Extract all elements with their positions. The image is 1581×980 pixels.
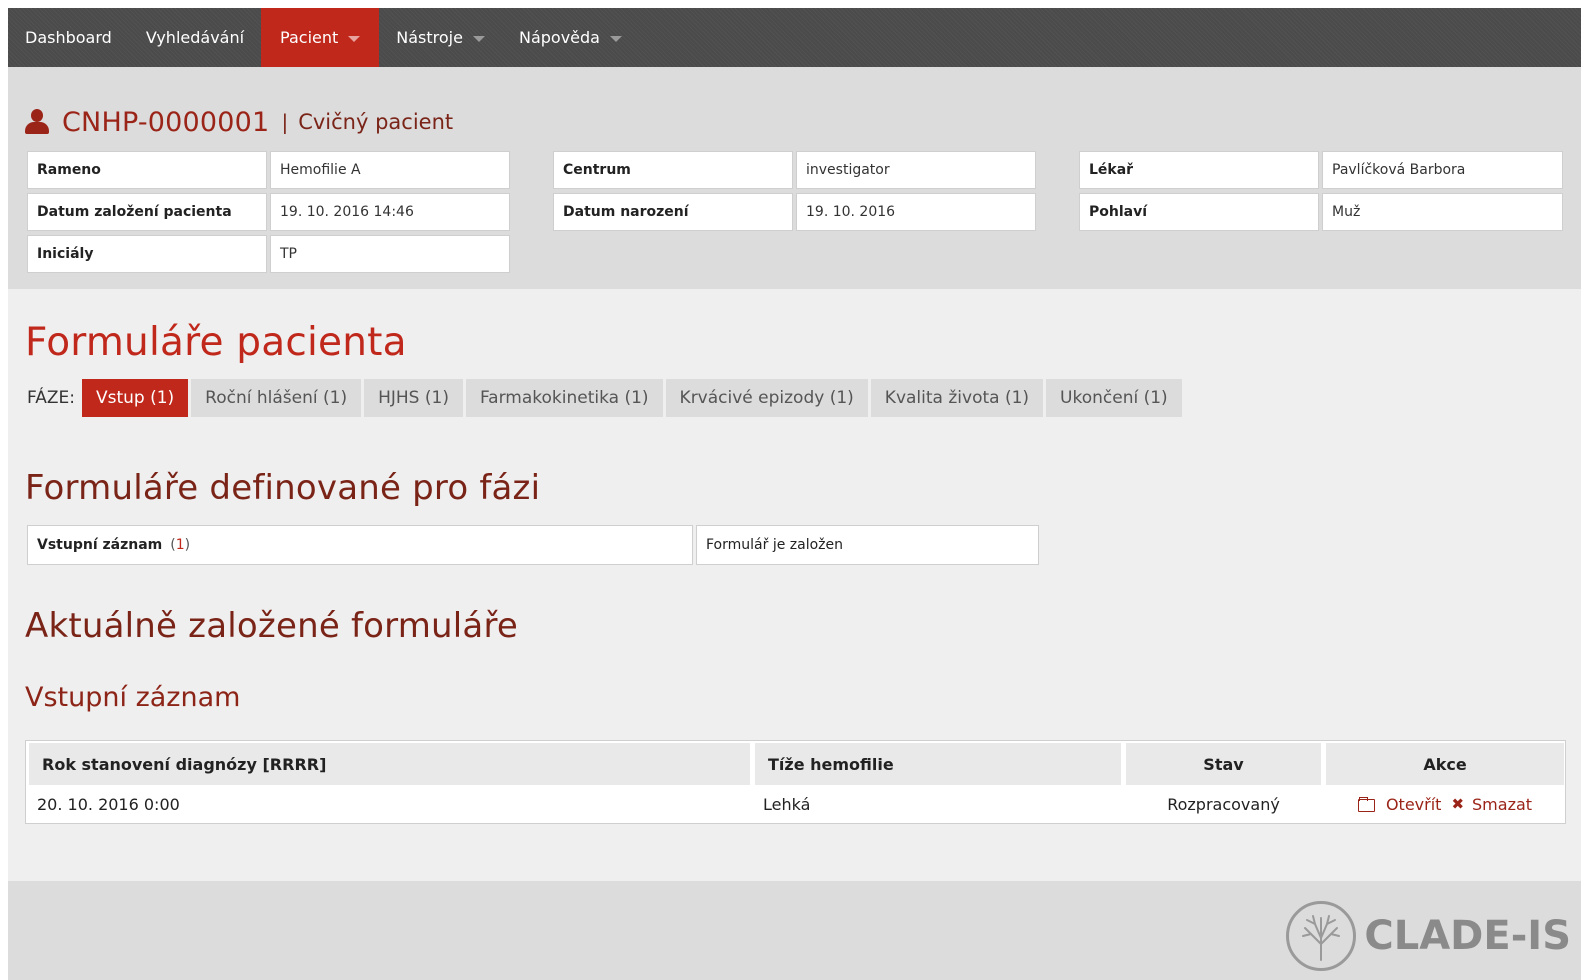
- close-icon: ✖: [1451, 795, 1465, 813]
- nav-napoveda[interactable]: Nápověda: [502, 8, 639, 67]
- count-close-paren: ): [184, 537, 191, 553]
- defined-form-status-text: Formulář je založen: [706, 537, 843, 553]
- logo-text: CLADE-IS: [1364, 913, 1571, 959]
- field-label-datum-narozeni: Datum narození: [553, 193, 793, 231]
- chevron-down-icon: [348, 35, 361, 42]
- cell-status: Rozpracovaný: [1167, 794, 1280, 814]
- tab-krvacive-epizody[interactable]: Krvácivé epizody (1): [665, 379, 868, 417]
- field-label-lekar: Lékař: [1079, 151, 1319, 189]
- column-header-status: Stav: [1126, 743, 1321, 785]
- patient-title: CNHP-0000001 | Cvičný pacient: [25, 105, 453, 139]
- field-value-rameno: Hemofilie A: [270, 151, 510, 189]
- field-label-pohlavi: Pohlaví: [1079, 193, 1319, 231]
- page-title: Formuláře pacienta: [25, 320, 407, 365]
- chevron-down-icon: [472, 35, 485, 42]
- clade-is-logo: CLADE-IS: [1286, 901, 1571, 971]
- tab-farmakokinetika[interactable]: Farmakokinetika (1): [465, 379, 663, 417]
- nav-vyhledavani-label: Vyhledávání: [145, 28, 245, 47]
- field-label-centrum: Centrum: [553, 151, 793, 189]
- tab-kvalita-zivota[interactable]: Kvalita života (1): [870, 379, 1044, 417]
- defined-form-status: Formulář je založen: [696, 525, 1039, 565]
- user-icon: [25, 109, 49, 135]
- delete-label: Smazat: [1472, 794, 1533, 814]
- defined-form-name: Vstupní záznam: [37, 537, 163, 553]
- app-frame: Dashboard Vyhledávání Pacient Nástroje N…: [8, 8, 1581, 980]
- patient-name: Cvičný pacient: [298, 110, 454, 134]
- nav-vyhledavani[interactable]: Vyhledávání: [129, 8, 261, 67]
- nav-nastroje-label: Nástroje: [396, 28, 463, 47]
- chevron-down-icon: [609, 35, 622, 42]
- patient-header: CNHP-0000001 | Cvičný pacient Rameno Hem…: [8, 67, 1581, 289]
- folder-open-icon: [1357, 797, 1377, 812]
- field-value-lekar: Pavlíčková Barbora: [1322, 151, 1563, 189]
- open-form-link[interactable]: Otevřít: [1357, 794, 1442, 814]
- current-forms-title: Aktuálně založené formuláře: [25, 606, 519, 646]
- defined-form-name-cell[interactable]: Vstupní záznam (1): [27, 525, 693, 565]
- field-label-datum-zalozeni: Datum založení pacienta: [27, 193, 267, 231]
- patient-id: CNHP-0000001: [62, 106, 270, 138]
- field-value-datum-narozeni: 19. 10. 2016: [796, 193, 1036, 231]
- nav-pacient-label: Pacient: [280, 28, 339, 47]
- tab-hjhs[interactable]: HJHS (1): [364, 379, 463, 417]
- current-form-subtitle: Vstupní záznam: [25, 682, 241, 713]
- title-separator: |: [281, 110, 289, 134]
- defined-form-count: (1): [170, 537, 190, 553]
- column-header-year: Rok stanovení diagnózy [RRRR]: [29, 743, 750, 785]
- column-header-severity: Tíže hemofilie: [755, 743, 1121, 785]
- nav-napoveda-label: Nápověda: [518, 28, 600, 47]
- column-header-actions: Akce: [1326, 743, 1564, 785]
- cell-severity: Lehká: [763, 794, 811, 814]
- nav-nastroje[interactable]: Nástroje: [379, 8, 502, 67]
- cell-year: 20. 10. 2016 0:00: [37, 794, 180, 814]
- nav-pacient[interactable]: Pacient: [261, 8, 380, 67]
- nav-dashboard[interactable]: Dashboard: [8, 8, 129, 67]
- count-number: 1: [175, 537, 185, 553]
- field-label-inicialy: Iniciály: [27, 235, 267, 273]
- defined-forms-title: Formuláře definované pro fázi: [25, 468, 541, 508]
- phase-label: FÁZE:: [27, 388, 75, 408]
- field-value-inicialy: TP: [270, 235, 510, 273]
- nav-dashboard-label: Dashboard: [25, 28, 112, 47]
- tab-rocni-hlaseni[interactable]: Roční hlášení (1): [191, 379, 362, 417]
- field-value-centrum: investigator: [796, 151, 1036, 189]
- field-value-datum-zalozeni: 19. 10. 2016 14:46: [270, 193, 510, 231]
- tree-icon: [1286, 901, 1357, 971]
- phase-tabs: FÁZE: Vstup (1) Roční hlášení (1) HJHS (…: [27, 379, 1185, 417]
- top-navbar: Dashboard Vyhledávání Pacient Nástroje N…: [8, 8, 1581, 67]
- tab-vstup[interactable]: Vstup (1): [81, 379, 189, 417]
- field-label-rameno: Rameno: [27, 151, 267, 189]
- forms-table: Rok stanovení diagnózy [RRRR] Tíže hemof…: [25, 740, 1566, 824]
- delete-form-link[interactable]: ✖ Smazat: [1441, 795, 1532, 814]
- open-label: Otevřít: [1385, 794, 1442, 814]
- cell-actions: Otevřít ✖ Smazat: [1326, 787, 1564, 821]
- footer: CLADE-IS: [8, 881, 1581, 980]
- field-value-pohlavi: Muž: [1322, 193, 1563, 231]
- tab-ukonceni[interactable]: Ukončení (1): [1046, 379, 1182, 417]
